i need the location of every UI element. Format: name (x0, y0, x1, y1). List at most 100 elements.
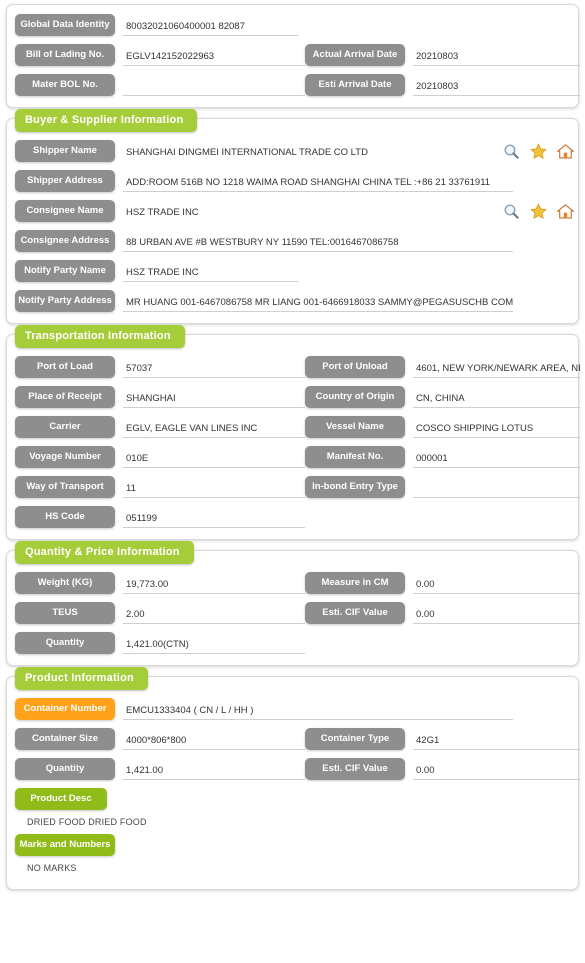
value-master-bol[interactable] (123, 77, 305, 96)
value-carrier[interactable]: EGLV, EAGLE VAN LINES INC (123, 419, 305, 438)
row-product-quantity-cif: Quantity 1,421.00 Esti. CIF Value 0.00 (15, 757, 580, 781)
field-way-of-transport: Way of Transport 11 (15, 476, 305, 498)
value-measure[interactable]: 0.00 (413, 575, 580, 594)
row-transport-inbond: Way of Transport 11 In-bond Entry Type (15, 475, 580, 499)
value-container-size[interactable]: 4000*806*800 (123, 731, 305, 750)
label-notify-party-address: Notify Party Address (15, 290, 115, 312)
field-consignee-address: Consignee Address 88 URBAN AVE #B WESTBU… (15, 230, 580, 252)
value-place-of-receipt[interactable]: SHANGHAI (123, 389, 305, 408)
field-teus: TEUS 2.00 (15, 602, 305, 624)
field-country-of-origin: Country of Origin CN, CHINA (305, 386, 580, 408)
product-panel: Product Information Container Number EMC… (6, 667, 580, 890)
value-bill-of-lading[interactable]: EGLV142152022963 (123, 47, 305, 66)
value-port-of-unload[interactable]: 4601, NEW YORK/NEWARK AREA, NEWARK, NEW … (413, 359, 580, 378)
label-bill-of-lading: Bill of Lading No. (15, 44, 115, 66)
value-esti-cif-value[interactable]: 0.00 (413, 605, 580, 624)
row-consignee-name: Consignee Name HSZ TRADE INC (15, 199, 574, 223)
value-inbond-entry-type[interactable] (413, 479, 580, 498)
field-container-size: Container Size 4000*806*800 (15, 728, 305, 750)
field-consignee-name: Consignee Name HSZ TRADE INC (15, 200, 580, 222)
label-container-type: Container Type (305, 728, 405, 750)
field-product-quantity: Quantity 1,421.00 (15, 758, 305, 780)
label-carrier: Carrier (15, 416, 115, 438)
product-title: Product Information (15, 667, 148, 690)
value-country-of-origin[interactable]: CN, CHINA (413, 389, 580, 408)
field-carrier: Carrier EGLV, EAGLE VAN LINES INC (15, 416, 305, 438)
star-icon[interactable] (530, 202, 547, 220)
field-container-type: Container Type 42G1 (305, 728, 580, 750)
value-container-number[interactable]: EMCU1333404 ( CN / L / HH ) (123, 701, 513, 720)
label-product-desc[interactable]: Product Desc (15, 788, 107, 810)
row-bill-of-lading: Bill of Lading No. EGLV142152022963 Actu… (15, 43, 580, 67)
label-container-number[interactable]: Container Number (15, 698, 115, 720)
label-actual-arrival-date: Actual Arrival Date (305, 44, 405, 66)
label-esti-cif-value: Esti. CIF Value (305, 602, 405, 624)
value-port-of-load[interactable]: 57037 (123, 359, 305, 378)
row-port: Port of Load 57037 Port of Unload 4601, … (15, 355, 580, 379)
label-inbond-entry-type: In-bond Entry Type (305, 476, 405, 498)
transportation-title: Transportation Information (15, 325, 185, 348)
value-quantity[interactable]: 1,421.00(CTN) (123, 635, 305, 654)
field-global-data-identity: Global Data Identity 80032021060400001 8… (15, 14, 580, 36)
value-shipper-name[interactable]: SHANGHAI DINGMEI INTERNATIONAL TRADE CO … (123, 143, 499, 162)
row-teus-cif: TEUS 2.00 Esti. CIF Value 0.00 (15, 601, 580, 625)
value-shipper-address[interactable]: ADD:ROOM 516B NO 1218 WAIMA ROAD SHANGHA… (123, 173, 513, 192)
row-container-size-type: Container Size 4000*806*800 Container Ty… (15, 727, 580, 751)
row-notify-party-address: Notify Party Address MR HUANG 001-646708… (15, 289, 570, 313)
label-shipper-address: Shipper Address (15, 170, 115, 192)
value-container-type[interactable]: 42G1 (413, 731, 580, 750)
value-actual-arrival-date[interactable]: 20210803 (413, 47, 580, 66)
home-icon[interactable] (557, 203, 574, 220)
value-manifest-no[interactable]: 000001 (413, 449, 580, 468)
value-weight[interactable]: 19,773.00 (123, 575, 305, 594)
value-esti-arrival-date[interactable]: 20210803 (413, 77, 580, 96)
value-notify-party-name[interactable]: HSZ TRADE INC (123, 263, 298, 282)
label-country-of-origin: Country of Origin (305, 386, 405, 408)
field-port-of-load: Port of Load 57037 (15, 356, 305, 378)
row-receipt-origin: Place of Receipt SHANGHAI Country of Ori… (15, 385, 580, 409)
value-way-of-transport[interactable]: 11 (123, 479, 305, 498)
row-global-data-identity: Global Data Identity 80032021060400001 8… (15, 13, 570, 37)
value-consignee-address[interactable]: 88 URBAN AVE #B WESTBURY NY 11590 TEL:00… (123, 233, 513, 252)
field-container-number: Container Number EMCU1333404 ( CN / L / … (15, 698, 580, 720)
value-notify-party-address[interactable]: MR HUANG 001-6467086758 MR LIANG 001-646… (123, 293, 513, 312)
transportation-panel: Transportation Information Port of Load … (6, 325, 580, 540)
value-product-desc: DRIED FOOD DRIED FOOD (27, 817, 147, 827)
field-quantity: Quantity 1,421.00(CTN) (15, 632, 305, 654)
label-consignee-address: Consignee Address (15, 230, 115, 252)
search-icon[interactable] (503, 143, 520, 160)
value-voyage-number[interactable]: 010E (123, 449, 305, 468)
row-carrier-vessel: Carrier EGLV, EAGLE VAN LINES INC Vessel… (15, 415, 580, 439)
value-consignee-name[interactable]: HSZ TRADE INC (123, 203, 499, 222)
field-voyage-number: Voyage Number 010E (15, 446, 305, 468)
field-weight: Weight (KG) 19,773.00 (15, 572, 305, 594)
quantity-price-panel: Quantity & Price Information Weight (KG)… (6, 541, 580, 666)
row-weight-measure: Weight (KG) 19,773.00 Measure in CM 0.00 (15, 571, 580, 595)
shipper-actions (503, 142, 580, 160)
star-icon[interactable] (530, 142, 547, 160)
row-shipper-address: Shipper Address ADD:ROOM 516B NO 1218 WA… (15, 169, 570, 193)
field-product-esti-cif-value: Esti. CIF Value 0.00 (305, 758, 580, 780)
value-vessel-name[interactable]: COSCO SHIPPING LOTUS (413, 419, 580, 438)
label-global-data-identity: Global Data Identity (15, 14, 115, 36)
label-manifest-no: Manifest No. (305, 446, 405, 468)
value-product-quantity[interactable]: 1,421.00 (123, 761, 305, 780)
field-vessel-name: Vessel Name COSCO SHIPPING LOTUS (305, 416, 580, 438)
label-port-of-unload: Port of Unload (305, 356, 405, 378)
value-hs-code[interactable]: 051199 (123, 509, 305, 528)
field-actual-arrival-date: Actual Arrival Date 20210803 (305, 44, 580, 66)
value-global-data-identity[interactable]: 80032021060400001 82087 (123, 17, 298, 36)
label-weight: Weight (KG) (15, 572, 115, 594)
field-measure: Measure in CM 0.00 (305, 572, 580, 594)
label-way-of-transport: Way of Transport (15, 476, 115, 498)
value-product-esti-cif-value[interactable]: 0.00 (413, 761, 580, 780)
label-marks-and-numbers[interactable]: Marks and Numbers (15, 834, 115, 856)
field-hs-code: HS Code 051199 (15, 506, 305, 528)
label-shipper-name: Shipper Name (15, 140, 115, 162)
home-icon[interactable] (557, 143, 574, 160)
value-teus[interactable]: 2.00 (123, 605, 305, 624)
row-product-desc-label: Product Desc (15, 787, 570, 811)
field-place-of-receipt: Place of Receipt SHANGHAI (15, 386, 305, 408)
label-notify-party-name: Notify Party Name (15, 260, 115, 282)
search-icon[interactable] (503, 203, 520, 220)
